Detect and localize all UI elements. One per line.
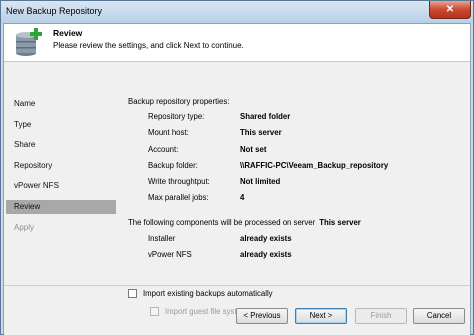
nav-item-name[interactable]: Name	[6, 97, 116, 111]
step-title: Review	[53, 28, 83, 38]
prop-key-backup-folder: Backup folder:	[148, 161, 198, 170]
close-button[interactable]: ✕	[429, 1, 471, 19]
prop-val-write-throughput: Not limited	[240, 177, 281, 186]
prop-key-account: Account:	[148, 145, 179, 154]
prop-val-mount-host: This server	[240, 128, 282, 137]
comp-val-vpower-nfs: already exists	[240, 250, 292, 259]
import-index-checkbox	[150, 307, 159, 316]
close-icon: ✕	[445, 4, 455, 15]
nav-item-vpower-nfs[interactable]: vPower NFS	[6, 179, 116, 193]
prop-key-write-throughput: Write throughtput:	[148, 177, 210, 186]
new-backup-repository-window: New Backup Repository ✕ Review Please re…	[0, 0, 474, 335]
wizard-body: Review Please review the settings, and c…	[3, 23, 471, 335]
prop-key-max-parallel-jobs: Max parallel jobs:	[148, 193, 209, 202]
import-backups-label: Import existing backups automatically	[143, 289, 273, 298]
wizard-steps-nav: Name Type Share Repository vPower NFS Re…	[4, 63, 116, 335]
prop-val-max-parallel-jobs: 4	[240, 193, 245, 202]
footer-separator	[4, 285, 470, 286]
wizard-header: Review Please review the settings, and c…	[4, 24, 470, 62]
prop-val-repository-type: Shared folder	[240, 112, 291, 121]
nav-item-type[interactable]: Type	[6, 118, 116, 132]
title-bar[interactable]: New Backup Repository ✕	[1, 1, 473, 23]
nav-item-apply: Apply	[14, 223, 35, 232]
step-subtitle: Please review the settings, and click Ne…	[53, 41, 244, 50]
nav-item-share[interactable]: Share	[6, 138, 116, 152]
database-add-icon	[16, 28, 42, 56]
comp-val-installer: already exists	[240, 234, 292, 243]
window-title: New Backup Repository	[6, 6, 103, 16]
previous-button[interactable]: < Previous	[236, 308, 288, 324]
components-heading: The following components will be process…	[128, 218, 361, 227]
review-panel: Backup repository properties: Repository…	[116, 63, 470, 335]
nav-item-repository[interactable]: Repository	[6, 159, 116, 173]
comp-key-vpower-nfs: vPower NFS	[148, 250, 192, 259]
comp-key-installer: Installer	[148, 234, 176, 243]
prop-val-backup-folder: \\RAFFIC-PC\Veeam_Backup_repository	[240, 161, 389, 170]
next-button[interactable]: Next >	[295, 308, 347, 324]
components-heading-text: The following components will be process…	[128, 218, 316, 227]
components-server: This server	[319, 218, 361, 227]
properties-heading: Backup repository properties:	[128, 97, 230, 106]
finish-button: Finish	[355, 308, 407, 324]
cancel-button[interactable]: Cancel	[413, 308, 465, 324]
prop-key-repository-type: Repository type:	[148, 112, 205, 121]
prop-val-account: Not set	[240, 145, 267, 154]
import-backups-checkbox-row[interactable]: Import existing backups automatically	[128, 289, 273, 298]
import-backups-checkbox[interactable]	[128, 289, 137, 298]
prop-key-mount-host: Mount host:	[148, 128, 189, 137]
nav-item-review[interactable]: Review	[6, 200, 116, 214]
